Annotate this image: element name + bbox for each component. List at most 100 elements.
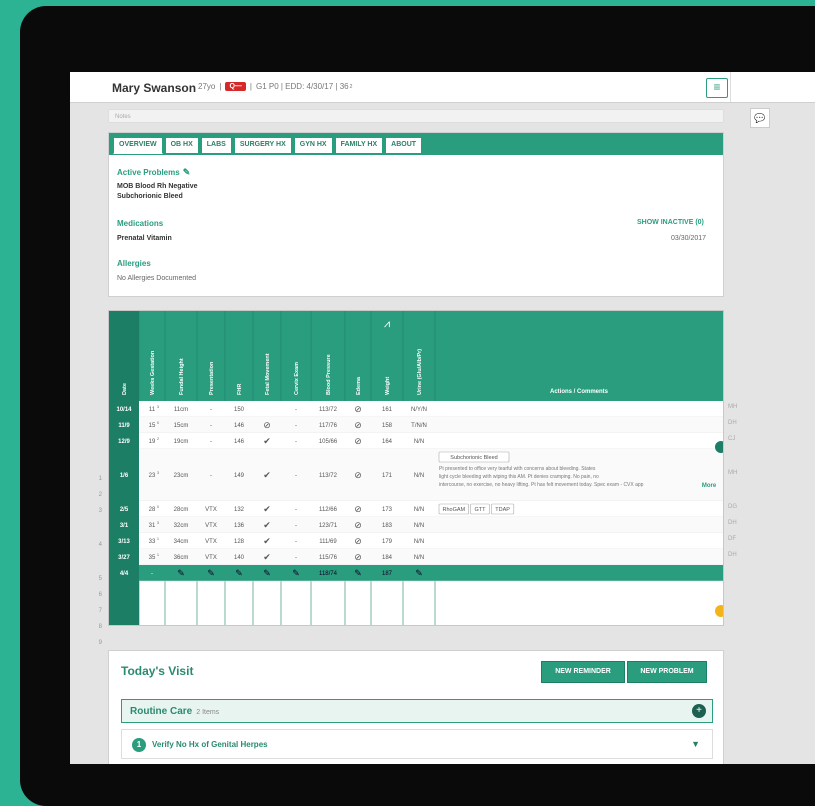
alert-badge[interactable]: Q—: [225, 82, 246, 91]
new-reminder-button[interactable]: NEW REMINDER: [541, 661, 625, 683]
weeks-gestation-days: 1: [157, 537, 159, 541]
row-number: 8: [98, 624, 102, 630]
row-number: 7: [98, 608, 102, 614]
row-date: 3/27: [118, 555, 130, 561]
trend-chart-icon: ⩘: [384, 318, 390, 330]
date-column: [109, 311, 139, 625]
care-item[interactable]: 1 Verify No Hx of Genital Herpes ▼: [121, 729, 713, 759]
hamburger-icon: ≡: [713, 80, 721, 94]
grid-cell: VTX: [205, 539, 217, 545]
comment-text: intercourse, no exercise, no heavy lifti…: [439, 482, 644, 488]
routine-care-title: Routine Care 2 Items: [130, 706, 219, 717]
table-row: [139, 417, 723, 433]
menu-button[interactable]: ≡: [706, 78, 728, 98]
grid-cell: -: [295, 523, 297, 529]
grid-cell: ✔: [263, 552, 271, 562]
weeks-gestation: 31: [149, 523, 156, 529]
separator: |: [219, 82, 222, 91]
grid-cell: VTX: [205, 507, 217, 513]
grid-cell: 136: [234, 523, 245, 529]
row-date: 4/4: [120, 571, 129, 577]
table-row: [139, 517, 723, 533]
row-number: 1: [98, 476, 102, 482]
grid-cell: -: [295, 473, 297, 479]
comment-tag-label: RhoGAM: [442, 507, 465, 513]
weeks-gestation-days: 1: [157, 553, 159, 557]
more-link: More: [702, 483, 717, 489]
row-initials: MH: [728, 404, 738, 410]
grid-cell: ⊘: [354, 520, 362, 530]
chat-button[interactable]: 💬: [750, 108, 770, 128]
weeks-gestation: 23: [149, 473, 156, 479]
grid-cell: ⊘: [354, 504, 362, 514]
weeks-gestation-days: 2: [157, 437, 159, 441]
grid-cell: ⊘: [354, 404, 362, 414]
grid-cell: 36cm: [174, 555, 189, 561]
grid-header: [109, 311, 723, 401]
grid-cell: 179: [382, 539, 393, 545]
row-date: 12/9: [118, 439, 130, 445]
grid-cell: 173: [382, 507, 393, 513]
column-header: Cervix Exam: [294, 362, 300, 395]
todays-visit-panel: Today's Visit NEW REMINDER NEW PROBLEM R…: [108, 650, 724, 764]
tab-ob-hx[interactable]: OB HX: [164, 137, 199, 154]
grid-cell: ✔: [263, 436, 271, 446]
grid-cell: -: [210, 439, 212, 445]
patient-info: 27yo | Q— | G1 P0 | EDD: 4/30/17 | 36 2: [198, 82, 352, 91]
grid-cell: 123/71: [319, 523, 338, 529]
edit-pencil-icon[interactable]: ✎: [183, 167, 191, 177]
weeks-gestation: 19: [149, 439, 156, 445]
problem-item: Subchorionic Bleed: [117, 193, 183, 200]
row-date: 1/6: [120, 473, 129, 479]
flowsheet-svg: Date Weeks Gestation Fundal Height Presenta…: [109, 311, 723, 625]
todays-visit-title: Today's Visit: [121, 664, 194, 678]
row-number: 5: [98, 576, 102, 582]
table-row: [139, 565, 723, 581]
chat-icon: 💬: [754, 113, 766, 123]
column-header: Blood Pressure: [326, 354, 332, 395]
notes-input[interactable]: Notes: [108, 109, 724, 123]
patient-age: 27yo: [198, 82, 216, 91]
chevron-down-icon[interactable]: ▼: [691, 739, 700, 749]
table-row: [139, 449, 723, 501]
grid-cell: 183: [382, 523, 393, 529]
new-problem-button[interactable]: NEW PROBLEM: [627, 661, 707, 683]
grid-cell: -: [210, 473, 212, 479]
column-header: Fundal Height: [179, 358, 185, 395]
grid-cell: 187: [382, 571, 393, 577]
row-initials: DH: [728, 520, 737, 526]
column-header: FHR: [237, 384, 243, 395]
routine-care-bar[interactable]: Routine Care 2 Items +: [121, 699, 713, 723]
medications-heading: Medications: [117, 219, 164, 228]
tab-surgery-hx[interactable]: SURGERY HX: [233, 137, 292, 154]
row-initials: CJ: [728, 436, 736, 442]
grid-cell: 128: [234, 539, 245, 545]
grid-cell: 158: [382, 423, 393, 429]
grid-cell: -: [295, 555, 297, 561]
gestation-days: 2: [349, 83, 353, 90]
tab-about[interactable]: ABOUT: [385, 137, 423, 154]
grid-cell: -: [210, 423, 212, 429]
grid-cell: ✎: [177, 568, 185, 578]
grid-cell: 140: [234, 555, 245, 561]
tab-family-hx[interactable]: FAMILY HX: [334, 137, 384, 154]
row-number: 9: [98, 640, 102, 646]
row-initials: DH: [728, 552, 737, 558]
tab-labs[interactable]: LABS: [200, 137, 232, 154]
grid-cell: ⊘: [354, 536, 362, 546]
weeks-gestation: 28: [149, 507, 156, 513]
row-initials: DH: [728, 420, 737, 426]
weeks-gestation: -: [151, 571, 153, 577]
grid-cell: 112/66: [319, 507, 338, 513]
grid-cell: ⊘: [354, 552, 362, 562]
show-inactive-link[interactable]: SHOW INACTIVE (0): [637, 219, 704, 226]
add-icon[interactable]: +: [692, 704, 706, 718]
column-header: Edema: [356, 376, 362, 395]
weeks-gestation-days: 3: [157, 471, 159, 475]
grid-cell: 113/72: [319, 473, 338, 479]
grid-cell: -: [295, 423, 297, 429]
tab-overview[interactable]: OVERVIEW: [113, 137, 163, 154]
grid-cell: 113/72: [319, 407, 338, 413]
tab-gyn-hx[interactable]: GYN HX: [293, 137, 333, 154]
grid-cell: N/N: [414, 555, 424, 561]
